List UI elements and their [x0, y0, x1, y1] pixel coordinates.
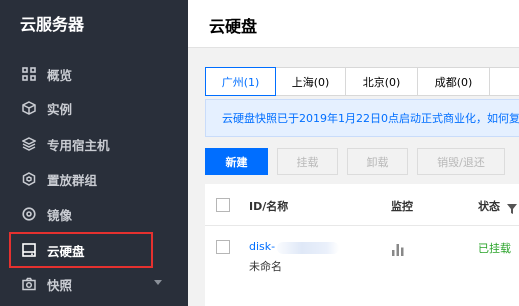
tab-chengdu[interactable]: 成都(0) — [418, 67, 490, 96]
sidebar-item-images[interactable]: 镜像 — [0, 197, 188, 231]
tab-shanghai[interactable]: 上海(0) — [276, 67, 346, 96]
active-item-highlight — [9, 232, 153, 268]
layers-icon — [21, 137, 36, 152]
table-header: ID/名称 监控 状态 — [205, 184, 519, 226]
cube-icon — [21, 101, 36, 116]
notice-text: 云硬盘快照已于2019年1月22日0点启动正式商业化，如何复 — [222, 112, 519, 125]
tab-more-region[interactable] — [490, 67, 519, 96]
camera-icon — [21, 277, 36, 292]
disk-table: ID/名称 监控 状态 disk- 未命名 已挂载 — [205, 184, 519, 306]
column-status: 状态 — [478, 200, 500, 213]
unmount-button[interactable]: 卸载 — [347, 148, 408, 175]
sidebar: 云服务器 概览 实例 专用宿主机 置放群组 镜像 云硬盘 快照 — [0, 0, 188, 306]
sidebar-item-overview[interactable]: 概览 — [0, 57, 188, 91]
column-monitor: 监控 — [391, 200, 413, 213]
sidebar-item-label: 专用宿主机 — [47, 137, 110, 153]
sidebar-item-placement-group[interactable]: 置放群组 — [0, 162, 188, 196]
disc-icon — [21, 207, 36, 222]
grid-icon — [21, 67, 36, 82]
sidebar-title: 云服务器 — [20, 15, 85, 34]
mount-button[interactable]: 挂载 — [277, 148, 338, 175]
masked-id — [277, 242, 339, 254]
tab-guangzhou[interactable]: 广州(1) — [205, 67, 276, 96]
sidebar-item-label: 概览 — [47, 67, 73, 83]
page-header: 云硬盘 — [188, 0, 519, 48]
sidebar-item-label: 实例 — [47, 101, 73, 117]
main-content: 云硬盘 广州(1) 上海(0) 北京(0) 成都(0) 云硬盘快照已于2019年… — [188, 0, 519, 306]
new-button[interactable]: 新建 — [205, 148, 268, 175]
destroy-return-button[interactable]: 销毁/退还 — [417, 148, 505, 175]
notice-banner: 云硬盘快照已于2019年1月22日0点启动正式商业化，如何复 — [205, 99, 519, 137]
tab-beijing[interactable]: 北京(0) — [346, 67, 418, 96]
sidebar-item-instances[interactable]: 实例 — [0, 91, 188, 125]
sidebar-item-label: 置放群组 — [47, 172, 98, 188]
sidebar-item-dedicated-host[interactable]: 专用宿主机 — [0, 127, 188, 161]
page-title: 云硬盘 — [209, 17, 258, 36]
disk-name: 未命名 — [249, 260, 282, 273]
select-all-checkbox[interactable] — [216, 198, 230, 212]
column-id-name: ID/名称 — [249, 200, 289, 213]
hexagon-icon — [21, 172, 36, 187]
sidebar-item-label: 快照 — [47, 277, 73, 293]
bar-chart-icon[interactable] — [392, 241, 404, 260]
sidebar-item-label: 镜像 — [47, 207, 73, 223]
region-tabs: 广州(1) 上海(0) 北京(0) 成都(0) — [205, 67, 519, 96]
chevron-down-icon[interactable] — [154, 280, 162, 285]
disk-id-link[interactable]: disk- — [249, 240, 275, 253]
status-badge: 已挂载 — [478, 242, 511, 255]
filter-icon[interactable] — [507, 199, 517, 218]
toolbar: 新建 挂载 卸载 销毁/退还 — [205, 148, 514, 175]
row-checkbox[interactable] — [216, 240, 230, 254]
